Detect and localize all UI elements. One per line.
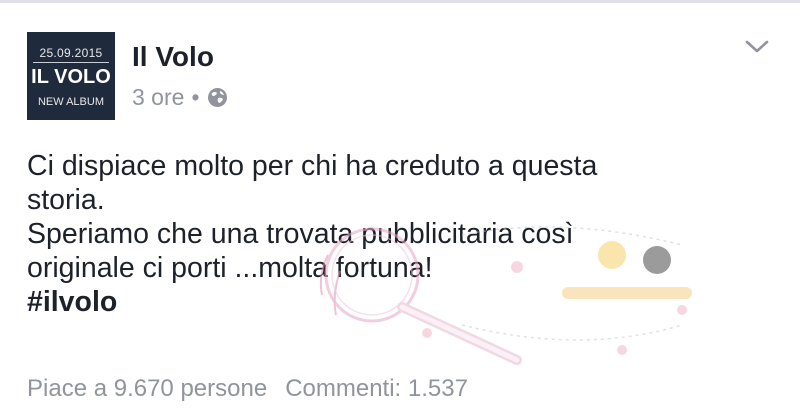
facebook-post-card: 25.09.2015 IL VOLO NEW ALBUM Il Volo 3 o… (0, 0, 800, 418)
post-text-line: Ci dispiace molto per chi ha creduto a q… (27, 150, 598, 182)
globe-icon[interactable] (207, 87, 228, 108)
avatar-date-text: 25.09.2015 (39, 46, 103, 60)
post-message: Ci dispiace molto per chi ha creduto a q… (27, 149, 767, 319)
post-stats: Piace a 9.670 persone Commenti: 1.537 (27, 377, 468, 401)
page-avatar[interactable]: 25.09.2015 IL VOLO NEW ALBUM (27, 32, 115, 120)
meta-separator-dot: • (191, 84, 200, 110)
post-meta: 3 ore • (132, 86, 228, 109)
comments-count-link[interactable]: Commenti: 1.537 (285, 375, 468, 402)
avatar-band-text: IL VOLO (31, 66, 111, 88)
post-time-link[interactable]: 3 ore (132, 86, 184, 109)
post-text-line: Speriamo che una trovata pubblicitaria c… (27, 218, 574, 250)
avatar-divider (33, 62, 109, 63)
avatar-album-text: NEW ALBUM (37, 96, 104, 108)
post-text-line: storia. (27, 184, 105, 216)
post-text-line: originale ci porti ...molta fortuna! (27, 252, 433, 284)
likes-count-link[interactable]: Piace a 9.670 persone (27, 375, 267, 402)
chevron-down-icon[interactable] (744, 37, 770, 55)
hashtag-link[interactable]: #ilvolo (27, 285, 767, 319)
page-name-link[interactable]: Il Volo (132, 43, 214, 71)
